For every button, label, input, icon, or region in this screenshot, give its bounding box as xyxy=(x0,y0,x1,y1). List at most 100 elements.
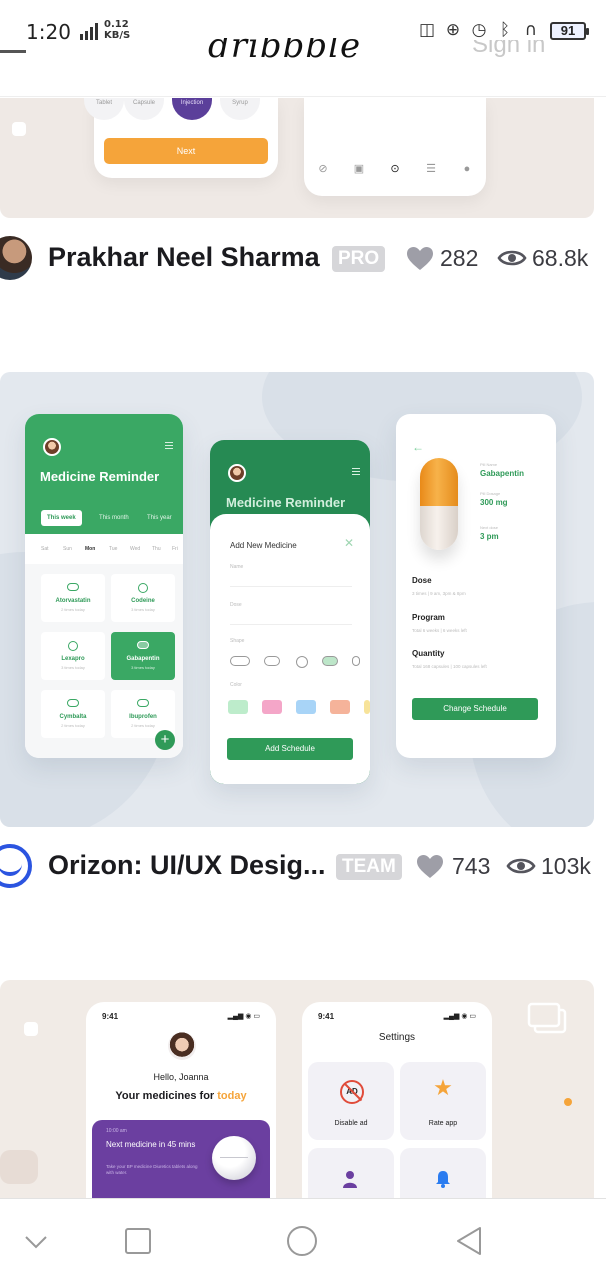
home-icon[interactable] xyxy=(284,1223,320,1259)
header-divider xyxy=(0,96,606,97)
field-label: Dose xyxy=(230,602,242,608)
team-badge: TEAM xyxy=(336,854,402,880)
capsule-icon xyxy=(137,641,149,649)
color-swatch xyxy=(364,700,370,714)
avatar[interactable] xyxy=(0,236,32,280)
field-label: Shape xyxy=(230,638,245,644)
heart-icon[interactable] xyxy=(406,246,434,272)
color-swatch xyxy=(228,700,248,714)
author-name[interactable]: Orizon: UI/UX Desig... xyxy=(48,850,326,881)
avatar xyxy=(168,1032,196,1060)
add-circle-icon: ⊙ xyxy=(390,163,400,175)
day-label: Sun xyxy=(63,546,72,552)
lock-rotation-icon: ⊕ xyxy=(445,20,461,40)
pill-dosage: 300 mg xyxy=(480,498,508,507)
app-header: Medicine Reminder This week This month T… xyxy=(25,414,183,534)
medicine-sub: 3 times today xyxy=(131,607,155,612)
menu-icon[interactable] xyxy=(0,50,26,53)
signal-icon xyxy=(80,23,98,40)
avatar xyxy=(228,464,246,482)
greeting: Hello, Joanna xyxy=(153,1072,209,1082)
headset-icon: ∩ xyxy=(524,20,538,40)
system-nav-bar xyxy=(0,1198,606,1280)
bell-icon xyxy=(436,1171,450,1188)
sign-in-link[interactable]: Sign in xyxy=(472,40,545,60)
alarm-icon: ◷ xyxy=(471,20,487,40)
chevron-down-icon[interactable] xyxy=(18,1223,54,1259)
settings-tile xyxy=(308,1148,394,1202)
shape-round-icon xyxy=(296,656,308,668)
medicine-card: Lexapro 3 times today xyxy=(41,632,105,680)
day-selector: Sat Sun Mon Tue Wed Thu Fri xyxy=(39,546,179,556)
medicine-sub: 2 times today xyxy=(61,723,85,728)
bluetooth-icon: ᛒ xyxy=(499,20,511,40)
card-time: 10:00 am xyxy=(106,1128,127,1134)
avatar[interactable] xyxy=(0,844,32,888)
settings-tile xyxy=(400,1148,486,1202)
mockup-phone: Medicine Reminder Add New Medicine ✕ Nam… xyxy=(210,440,370,784)
medicines-heading-today: today xyxy=(217,1090,247,1102)
heart-icon[interactable] xyxy=(416,854,444,880)
segment-this-month: This month xyxy=(99,515,129,521)
pill-name-label: Pill Name xyxy=(480,462,498,467)
mockup-phone: ← Pill Name Gabapentin Pill Dosage 300 m… xyxy=(396,414,556,758)
settings-tile: ★ Rate app xyxy=(400,1062,486,1140)
mockup-phone: Medicine Reminder This week This month T… xyxy=(25,414,183,758)
app-title: Medicine Reminder xyxy=(226,495,346,510)
medicine-name: Ibuprofen xyxy=(129,714,157,720)
star-icon: ★ xyxy=(433,1076,453,1101)
section-detail: Total 168 capsules | 100 capsules left xyxy=(412,664,487,669)
mockup-phone: 9:41 ▂▄▆ ◉ ▭ Hello, Joanna Your medicine… xyxy=(86,1002,276,1202)
shape-chip-selected: Injection xyxy=(172,98,212,120)
eye-icon xyxy=(497,250,527,266)
shape-chip: Tablet xyxy=(84,98,124,120)
medicine-card: Cymbalta 2 times today xyxy=(41,690,105,738)
field-underline xyxy=(230,624,352,625)
next-button: Next xyxy=(104,138,268,164)
medicine-name: Codeine xyxy=(131,598,155,604)
dribbble-logo[interactable]: dribbble xyxy=(208,38,361,60)
status-bar: 1:20 0.12 KB/S ◫ ⊕ ◷ ᛒ ∩ 91 dribbble Sig… xyxy=(0,0,606,62)
field-underline xyxy=(230,586,352,587)
medicines-heading: Your medicines for today xyxy=(86,1090,276,1102)
like-count: 282 xyxy=(440,245,479,271)
shot-thumbnail[interactable]: 9:41 ▂▄▆ ◉ ▭ Hello, Joanna Your medicine… xyxy=(0,980,594,1202)
page: 1:20 0.12 KB/S ◫ ⊕ ◷ ᛒ ∩ 91 dribbble Sig… xyxy=(0,0,606,1280)
shot-thumbnail[interactable]: Medicine Reminder This week This month T… xyxy=(0,372,594,827)
segment-control: This week This month This year xyxy=(39,510,179,526)
shot-thumbnail[interactable]: Tablet Capsule Injection Syrup Next ⊘ ▣ … xyxy=(0,98,594,218)
tile-label: Disable ad xyxy=(334,1120,368,1127)
add-medicine-sheet: Add New Medicine ✕ Name Dose Shape Color… xyxy=(210,514,370,784)
day-label: Fri xyxy=(172,546,178,552)
author-name[interactable]: Prakhar Neel Sharma xyxy=(48,242,320,273)
calendar-icon: ▣ xyxy=(353,163,365,175)
pill-dosage-label: Pill Dosage xyxy=(480,491,501,496)
mockup-phone: ⊘ ▣ ⊙ ☰ ● xyxy=(304,98,486,196)
add-schedule-button: Add Schedule xyxy=(227,738,353,760)
color-swatch xyxy=(262,700,282,714)
medicines-heading-text: Your medicines for xyxy=(115,1090,215,1102)
medicine-sub: 3 times today xyxy=(131,665,155,670)
decor-square xyxy=(0,1150,38,1184)
view-count: 103k xyxy=(541,853,591,879)
recent-apps-icon[interactable] xyxy=(120,1223,156,1259)
day-label: Wed xyxy=(130,546,141,552)
next-medicine-text: Next medicine in 45 mins xyxy=(106,1140,196,1149)
link-icon: ⊘ xyxy=(318,163,328,175)
tablet-image xyxy=(212,1136,256,1180)
status-time: 1:20 xyxy=(26,20,71,44)
network-speed-unit: KB/S xyxy=(104,30,131,41)
eye-icon xyxy=(506,858,536,874)
segment-this-year: This year xyxy=(147,515,172,521)
shot-meta: Orizon: UI/UX Desig... TEAM 743 103k xyxy=(0,838,606,894)
phone-time: 9:41 xyxy=(102,1012,119,1021)
profile-icon: ● xyxy=(463,163,471,175)
back-arrow-icon: ← xyxy=(412,440,424,454)
add-fab-icon: + xyxy=(155,730,175,750)
pill-name: Gabapentin xyxy=(480,469,525,478)
medicine-sub: 2 times today xyxy=(131,723,155,728)
back-icon[interactable] xyxy=(452,1223,488,1259)
network-speed: 0.12 KB/S xyxy=(104,19,130,41)
menu-icon xyxy=(352,468,360,475)
list-icon: ☰ xyxy=(426,163,436,175)
